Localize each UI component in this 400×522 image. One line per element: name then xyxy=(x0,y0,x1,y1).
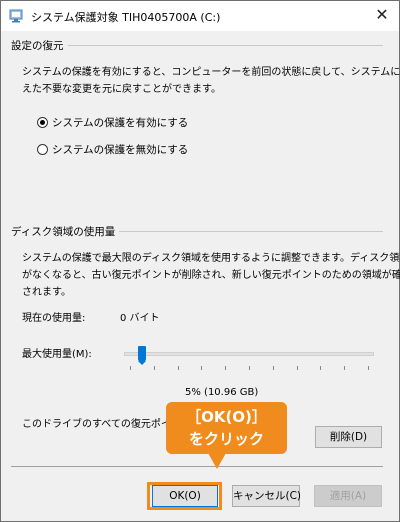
instruction-callout: ［OK(O)］ をクリック xyxy=(166,402,287,454)
slider-tick xyxy=(344,366,346,370)
slider-tick xyxy=(296,366,298,370)
title-bar: システム保護対象 TIH0405700A (C:) ✕ xyxy=(1,1,399,31)
max-usage-label: 最大使用量(M): xyxy=(22,349,92,360)
radio-enable-label: システムの保護を有効にする xyxy=(52,116,189,129)
slider-tick xyxy=(153,366,155,370)
footer-divider xyxy=(11,466,383,467)
slider-tick xyxy=(130,366,131,370)
cancel-button[interactable]: キャンセル(C) xyxy=(232,485,301,507)
radio-disable-indicator[interactable] xyxy=(37,143,48,155)
radio-enable-protection[interactable]: システムの保護を有効にする xyxy=(37,115,188,129)
system-protection-dialog: システム保護対象 TIH0405700A (C:) ✕ 設定の復元 システムの保… xyxy=(0,0,400,522)
restore-description-line2: えた不要な変更を元に戻すことができます。 xyxy=(22,84,221,95)
close-icon: ✕ xyxy=(375,5,389,24)
radio-enable-indicator[interactable] xyxy=(37,116,48,128)
disk-description-line1: システムの保護で最大限のディスク領域を使用するように調整できます。ディスク領域 xyxy=(22,253,400,264)
delete-button[interactable]: 削除(D) xyxy=(315,426,382,448)
close-button[interactable]: ✕ xyxy=(365,1,399,31)
disk-group-title: ディスク領域の使用量 xyxy=(11,224,120,239)
slider-tick xyxy=(201,366,203,370)
max-usage-slider-thumb[interactable] xyxy=(137,346,146,365)
slider-tick xyxy=(320,366,322,370)
radio-disable-label: システムの保護を無効にする xyxy=(52,143,189,156)
slider-tick xyxy=(368,366,369,370)
max-usage-value: 5% (10.96 GB) xyxy=(185,387,259,398)
radio-disable-protection[interactable]: システムの保護を無効にする xyxy=(37,142,188,156)
slider-tick xyxy=(225,366,227,370)
slider-tick xyxy=(177,366,179,370)
callout-line2: をクリック xyxy=(188,430,264,448)
restore-description-line1: システムの保護を有効にすると、コンピューターを前回の状態に戻して、システムに加 xyxy=(22,67,400,78)
max-usage-slider-track[interactable] xyxy=(124,352,374,356)
disk-description-line2: がなくなると、古い復元ポイントが削除され、新しい復元ポイントのための領域が確保 xyxy=(22,270,400,281)
slider-tick xyxy=(249,366,250,370)
callout-line1: ［OK(O)］ xyxy=(186,408,267,426)
ok-button-highlight xyxy=(147,482,222,510)
restore-group-title: 設定の復元 xyxy=(11,38,68,53)
system-protection-icon xyxy=(9,9,23,23)
apply-button: 適用(A) xyxy=(314,485,382,507)
window-title: システム保護対象 TIH0405700A (C:) xyxy=(31,11,221,24)
callout-pointer xyxy=(208,453,226,469)
current-usage-label: 現在の使用量: xyxy=(22,313,86,324)
slider-tick xyxy=(272,366,274,370)
disk-description-line3: されます。 xyxy=(22,287,71,298)
current-usage-value: 0 バイト xyxy=(120,313,160,324)
